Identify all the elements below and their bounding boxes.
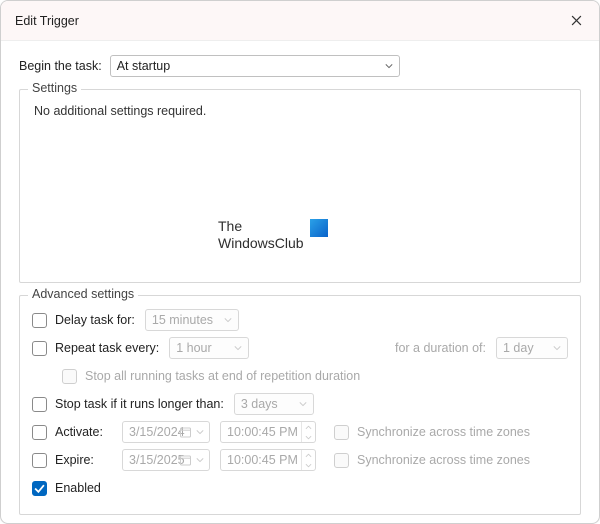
calendar-icon: [180, 427, 191, 438]
chevron-down-icon: [224, 316, 232, 324]
stop-if-checkbox[interactable]: Stop task if it runs longer than:: [32, 397, 224, 412]
chevron-down-icon: [196, 456, 204, 464]
expire-label: Expire:: [55, 453, 94, 467]
window-title: Edit Trigger: [15, 14, 553, 28]
activate-row: Activate: 3/15/2024 10:00:45 PM Syn: [32, 418, 568, 446]
watermark-logo-icon: [310, 219, 328, 237]
expire-sync-checkbox[interactable]: Synchronize across time zones: [334, 453, 530, 468]
advanced-settings-group: Advanced settings Delay task for: 15 min…: [19, 295, 581, 515]
begin-task-value: At startup: [117, 59, 171, 73]
repeat-duration-label: for a duration of:: [395, 341, 486, 355]
expire-time-value: 10:00:45 PM: [227, 453, 298, 467]
activate-label: Activate:: [55, 425, 103, 439]
close-icon: [571, 15, 582, 26]
repeat-task-checkbox[interactable]: Repeat task every:: [32, 341, 159, 356]
delay-task-checkbox[interactable]: Delay task for:: [32, 313, 135, 328]
stop-running-checkbox[interactable]: Stop all running tasks at end of repetit…: [62, 369, 360, 384]
begin-task-combo[interactable]: At startup: [110, 55, 400, 77]
delay-task-combo[interactable]: 15 minutes: [145, 309, 239, 331]
stop-if-row: Stop task if it runs longer than: 3 days: [32, 390, 568, 418]
activate-date-value: 3/15/2024: [129, 425, 185, 439]
expire-time-spinner[interactable]: 10:00:45 PM: [220, 449, 316, 471]
activate-time-spinner[interactable]: 10:00:45 PM: [220, 421, 316, 443]
close-button[interactable]: [553, 1, 599, 41]
dialog-content: Begin the task: At startup Settings No a…: [1, 41, 599, 524]
enabled-row: Enabled: [32, 474, 568, 502]
stop-running-row: Stop all running tasks at end of repetit…: [62, 362, 568, 390]
chevron-down-icon: [305, 463, 312, 468]
settings-legend: Settings: [28, 81, 81, 95]
chevron-down-icon: [553, 344, 561, 352]
delay-task-label: Delay task for:: [55, 313, 135, 327]
titlebar: Edit Trigger: [1, 1, 599, 41]
spinner-buttons[interactable]: [301, 422, 315, 442]
checkbox-icon: [32, 481, 47, 496]
delay-task-row: Delay task for: 15 minutes: [32, 306, 568, 334]
settings-body: No additional settings required. The Win…: [32, 100, 568, 270]
spinner-buttons[interactable]: [301, 450, 315, 470]
chevron-down-icon: [299, 400, 307, 408]
enabled-checkbox[interactable]: Enabled: [32, 481, 101, 496]
chevron-up-icon: [305, 425, 312, 430]
chevron-down-icon: [305, 435, 312, 440]
watermark-line1: The: [218, 218, 304, 235]
settings-group: Settings No additional settings required…: [19, 89, 581, 283]
chevron-up-icon: [305, 453, 312, 458]
delay-task-value: 15 minutes: [152, 313, 213, 327]
activate-sync-checkbox[interactable]: Synchronize across time zones: [334, 425, 530, 440]
expire-sync-label: Synchronize across time zones: [357, 453, 530, 467]
settings-message: No additional settings required.: [32, 100, 568, 122]
repeat-task-value: 1 hour: [176, 341, 211, 355]
begin-task-label: Begin the task:: [19, 59, 102, 73]
calendar-icon: [180, 455, 191, 466]
checkbox-icon: [334, 453, 349, 468]
stop-if-combo[interactable]: 3 days: [234, 393, 314, 415]
edit-trigger-dialog: Edit Trigger Begin the task: At startup …: [0, 0, 600, 524]
checkbox-icon: [32, 341, 47, 356]
checkbox-icon: [32, 453, 47, 468]
activate-time-value: 10:00:45 PM: [227, 425, 298, 439]
expire-date-picker[interactable]: 3/15/2025: [122, 449, 210, 471]
checkbox-icon: [32, 313, 47, 328]
repeat-task-combo[interactable]: 1 hour: [169, 337, 249, 359]
stop-if-label: Stop task if it runs longer than:: [55, 397, 224, 411]
expire-row: Expire: 3/15/2025 10:00:45 PM Synch: [32, 446, 568, 474]
chevron-down-icon: [196, 428, 204, 436]
repeat-duration-combo[interactable]: 1 day: [496, 337, 568, 359]
activate-sync-label: Synchronize across time zones: [357, 425, 530, 439]
checkbox-icon: [32, 397, 47, 412]
checkbox-icon: [334, 425, 349, 440]
activate-checkbox[interactable]: Activate:: [32, 425, 112, 440]
chevron-down-icon: [385, 62, 393, 70]
repeat-duration-value: 1 day: [503, 341, 534, 355]
activate-date-picker[interactable]: 3/15/2024: [122, 421, 210, 443]
stop-if-value: 3 days: [241, 397, 278, 411]
advanced-legend: Advanced settings: [28, 287, 138, 301]
watermark-line2: WindowsClub: [218, 235, 304, 252]
enabled-label: Enabled: [55, 481, 101, 495]
begin-task-row: Begin the task: At startup: [19, 55, 581, 77]
expire-date-value: 3/15/2025: [129, 453, 185, 467]
checkbox-icon: [32, 425, 47, 440]
chevron-down-icon: [234, 344, 242, 352]
repeat-task-row: Repeat task every: 1 hour for a duration…: [32, 334, 568, 362]
repeat-task-label: Repeat task every:: [55, 341, 159, 355]
checkbox-icon: [62, 369, 77, 384]
stop-running-label: Stop all running tasks at end of repetit…: [85, 369, 360, 383]
expire-checkbox[interactable]: Expire:: [32, 453, 112, 468]
watermark: The WindowsClub: [218, 218, 328, 252]
